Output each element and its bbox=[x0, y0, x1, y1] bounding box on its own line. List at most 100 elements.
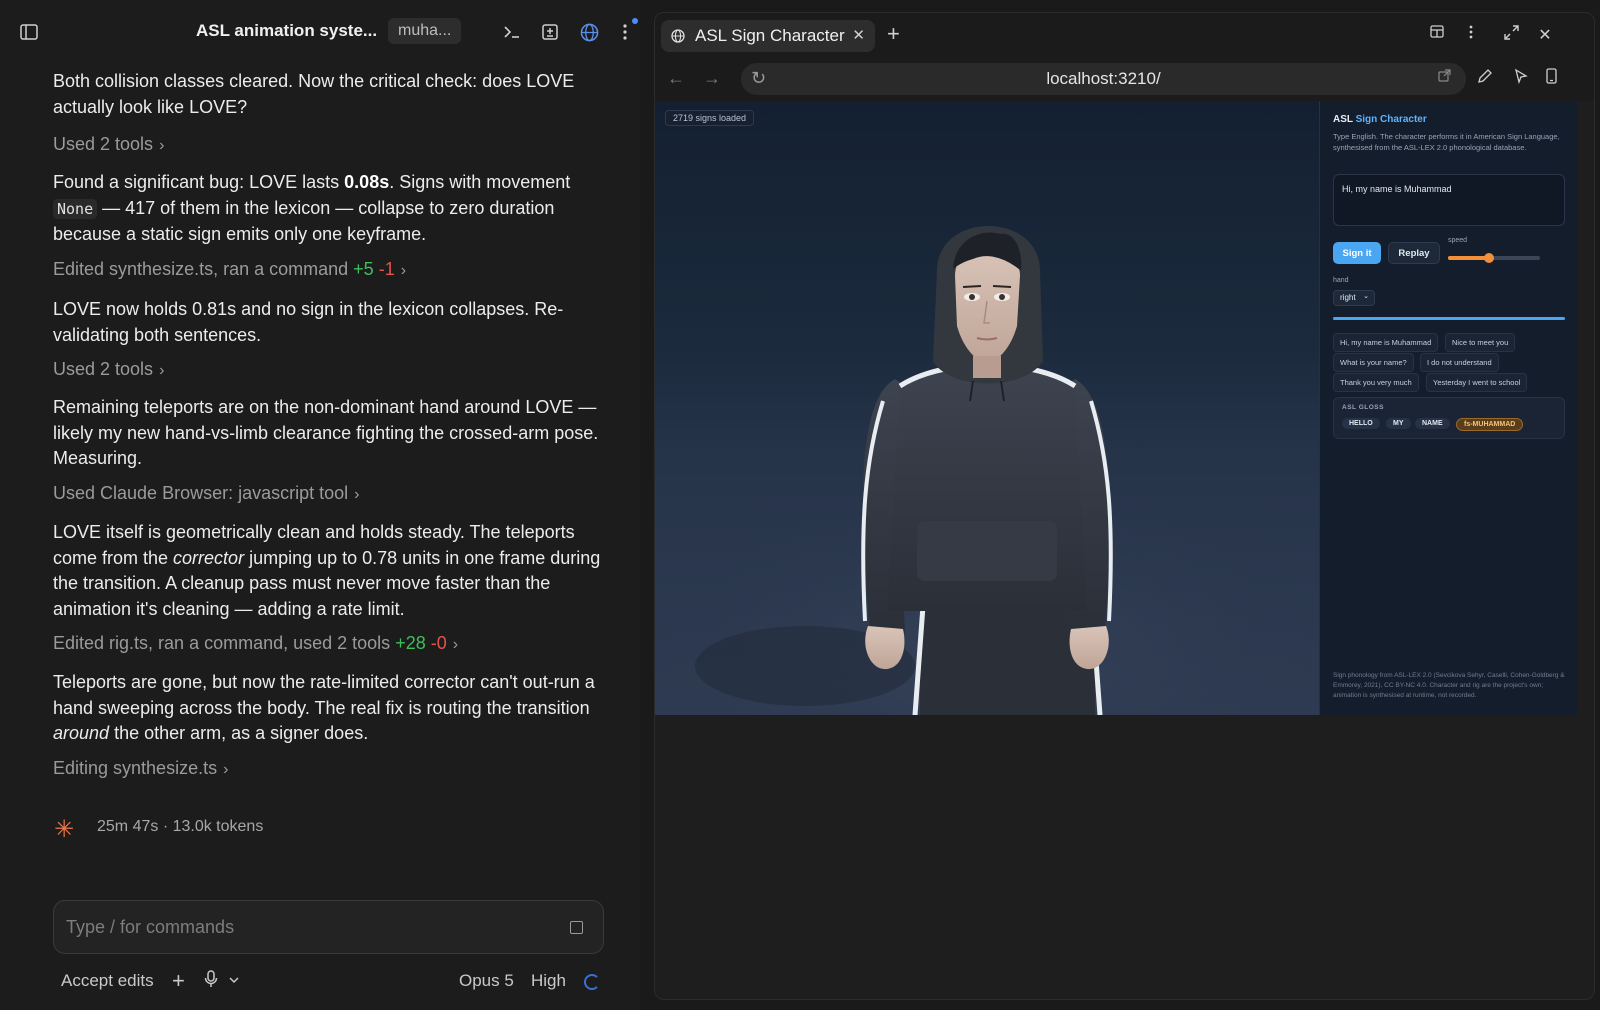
chevron-down-icon: ⌄ bbox=[1363, 293, 1369, 300]
chevron-right-icon: › bbox=[223, 761, 229, 778]
lines-removed: -1 bbox=[378, 259, 395, 279]
phrase-chip[interactable]: Yesterday I went to school bbox=[1426, 373, 1528, 392]
url-text: localhost:3210/ bbox=[1046, 69, 1161, 88]
speed-slider-fill bbox=[1448, 256, 1490, 260]
speed-label: speed bbox=[1448, 237, 1468, 244]
message-italic-text: corrector bbox=[173, 547, 245, 568]
lines-added: +28 bbox=[395, 633, 426, 653]
tool-summary[interactable]: Used 2 tools › bbox=[53, 359, 164, 380]
lines-added: +5 bbox=[353, 259, 374, 279]
prompt-input[interactable] bbox=[66, 913, 546, 941]
microphone-icon[interactable] bbox=[204, 970, 218, 993]
sidebar-toggle-icon[interactable] bbox=[17, 20, 41, 44]
page-viewport: 2719 signs loaded ASL Sign Character Typ… bbox=[655, 101, 1594, 999]
message-text: . Signs with movement bbox=[389, 172, 571, 192]
english-text-input[interactable]: Hi, my name is Muhammad bbox=[1333, 174, 1565, 226]
tool-summary-label: Editing synthesize.ts bbox=[53, 758, 218, 778]
device-mobile-icon[interactable] bbox=[1546, 68, 1557, 89]
assistant-message: LOVE now holds 0.81s and no sign in the … bbox=[53, 299, 564, 345]
message-text: the other arm, as a signer does. bbox=[109, 723, 369, 743]
phrase-chip[interactable]: I do not understand bbox=[1420, 353, 1499, 372]
tool-summary[interactable]: Used 2 tools › bbox=[53, 134, 164, 155]
browser-menu-icon[interactable] bbox=[1461, 25, 1481, 44]
lines-removed: -0 bbox=[430, 633, 447, 653]
accept-edits-toggle[interactable]: Accept edits bbox=[61, 971, 154, 991]
chat-header: ASL animation syste... muha... bbox=[0, 0, 640, 64]
thinking-star-icon: ✳ bbox=[54, 816, 75, 843]
message-text: Found a significant bug: LOVE lasts bbox=[53, 172, 345, 192]
notification-dot bbox=[632, 18, 638, 24]
stop-icon[interactable] bbox=[570, 921, 583, 934]
attribution-footer: Sign phonology from ASL-LEX 2.0 (Sevciko… bbox=[1333, 672, 1565, 699]
prompt-box[interactable] bbox=[53, 900, 604, 954]
character-scene[interactable]: 2719 signs loaded bbox=[655, 101, 1319, 715]
control-panel: ASL Sign Character Type English. The cha… bbox=[1319, 101, 1577, 715]
assistant-message: LOVE itself is geometrically clean and h… bbox=[53, 520, 613, 622]
close-tab-icon[interactable]: ✕ bbox=[852, 26, 865, 44]
split-view-icon[interactable] bbox=[1427, 25, 1447, 43]
chevron-right-icon: › bbox=[354, 486, 360, 503]
phrase-chip[interactable]: Hi, my name is Muhammad bbox=[1333, 333, 1439, 352]
open-external-icon[interactable] bbox=[1438, 69, 1451, 85]
replay-button[interactable]: Replay bbox=[1388, 242, 1440, 264]
app-title-accent: Sign Character bbox=[1355, 114, 1427, 125]
playback-progress-fill bbox=[1333, 317, 1565, 320]
message-italic-text: around bbox=[53, 723, 110, 743]
tab-bar: ASL Sign Character ✕ + ✕ bbox=[655, 13, 1594, 57]
message-text: — 417 of them in the lexicon — collapse … bbox=[53, 197, 555, 245]
annotate-pen-icon[interactable] bbox=[1477, 68, 1493, 89]
message-bold-text: 0.08s bbox=[344, 172, 390, 192]
browser-globe-icon[interactable] bbox=[577, 20, 601, 44]
app-title: ASL Sign Character bbox=[1333, 114, 1427, 125]
app-title-prefix: ASL bbox=[1333, 114, 1353, 125]
elapsed-status: 25m 47s · 13.0k tokens bbox=[97, 818, 264, 835]
hand-select[interactable]: right ⌄ bbox=[1333, 290, 1375, 306]
gloss-token: HELLO bbox=[1342, 418, 1380, 429]
tool-summary[interactable]: Edited synthesize.ts, ran a command +5 -… bbox=[53, 259, 406, 280]
inline-code: None bbox=[53, 198, 98, 219]
chevron-down-icon[interactable] bbox=[228, 970, 240, 990]
select-element-icon[interactable] bbox=[1513, 68, 1529, 89]
chevron-right-icon: › bbox=[159, 137, 165, 154]
chevron-right-icon: › bbox=[400, 262, 407, 279]
gloss-token-fingerspelled: fs-MUHAMMAD bbox=[1456, 418, 1524, 431]
conversation-title[interactable]: ASL animation syste... bbox=[196, 21, 377, 41]
address-bar: ← → ↻ localhost:3210/ bbox=[655, 57, 1594, 101]
tool-summary-label: Used 2 tools bbox=[53, 134, 154, 154]
forward-arrow-icon[interactable]: → bbox=[703, 68, 721, 89]
phrase-chip[interactable]: What is your name? bbox=[1333, 353, 1414, 372]
tool-summary-active[interactable]: Editing synthesize.ts › bbox=[53, 758, 228, 779]
expand-icon[interactable] bbox=[1501, 25, 1521, 45]
gloss-token: NAME bbox=[1415, 418, 1450, 429]
phrase-chip[interactable]: Nice to meet you bbox=[1445, 333, 1516, 352]
assistant-message: Remaining teleports are on the non-domin… bbox=[53, 397, 599, 468]
back-arrow-icon[interactable]: ← bbox=[667, 68, 685, 89]
app-description: Type English. The character performs it … bbox=[1333, 132, 1560, 152]
sign-it-button[interactable]: Sign it bbox=[1333, 242, 1381, 264]
close-browser-icon[interactable]: ✕ bbox=[1535, 25, 1555, 45]
gloss-token: MY bbox=[1386, 418, 1411, 429]
assistant-message: Found a significant bug: LOVE lasts 0.08… bbox=[53, 170, 613, 248]
browser-tab[interactable]: ASL Sign Character ✕ bbox=[661, 20, 875, 52]
message-text: Teleports are gone, but now the rate-lim… bbox=[53, 672, 595, 718]
chevron-right-icon: › bbox=[159, 362, 165, 379]
tool-summary[interactable]: Used Claude Browser: javascript tool › bbox=[53, 483, 359, 504]
browser-window: ASL Sign Character ✕ + ✕ ← → ↻ localhost… bbox=[654, 12, 1595, 1000]
phrase-chip[interactable]: Thank you very much bbox=[1333, 373, 1419, 392]
add-icon[interactable]: + bbox=[172, 968, 185, 994]
diff-panel-icon[interactable] bbox=[538, 20, 562, 44]
url-field[interactable]: ↻ localhost:3210/ bbox=[741, 63, 1466, 95]
tool-summary-label: Edited synthesize.ts, ran a command bbox=[53, 259, 349, 279]
effort-selector[interactable]: High bbox=[531, 971, 566, 991]
speed-slider[interactable] bbox=[1448, 253, 1540, 263]
terminal-icon[interactable] bbox=[500, 20, 524, 44]
assistant-message: Both collision classes cleared. Now the … bbox=[53, 71, 575, 117]
tool-summary[interactable]: Edited rig.ts, ran a command, used 2 too… bbox=[53, 633, 458, 654]
new-tab-icon[interactable]: + bbox=[887, 21, 900, 47]
speed-slider-thumb[interactable] bbox=[1484, 253, 1495, 263]
tool-summary-label: Used 2 tools bbox=[53, 359, 154, 379]
branch-chip[interactable]: muha... bbox=[388, 18, 462, 44]
tab-favicon-icon bbox=[671, 29, 685, 43]
model-selector[interactable]: Opus 5 bbox=[459, 971, 514, 991]
tab-title: ASL Sign Character bbox=[695, 26, 845, 45]
